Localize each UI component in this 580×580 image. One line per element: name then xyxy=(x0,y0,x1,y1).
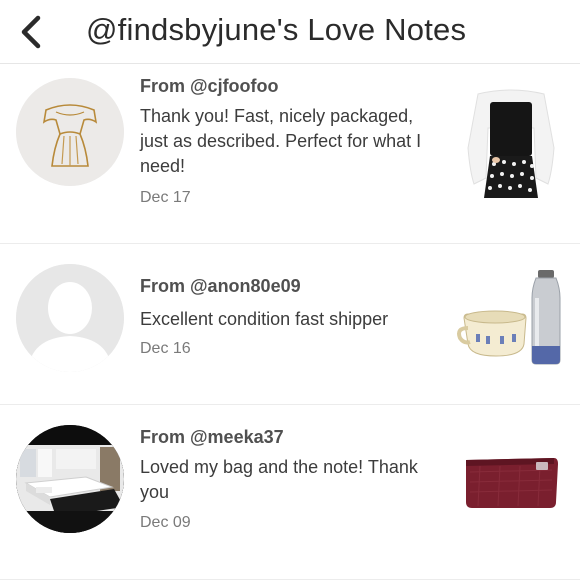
listing-thumbnail[interactable] xyxy=(456,264,566,374)
top-and-skirt-product-image xyxy=(456,88,566,198)
burgundy-bag-product-image xyxy=(456,428,566,538)
note-sender[interactable]: From @meeka37 xyxy=(140,427,284,448)
back-button[interactable] xyxy=(12,10,52,54)
avatar[interactable] xyxy=(16,425,124,533)
chevron-left-icon xyxy=(21,15,41,49)
mug-and-bottle-product-image xyxy=(456,264,566,374)
note-message: Thank you! Fast, nicely packaged, just a… xyxy=(140,106,422,176)
note-message: Excellent condition fast shipper xyxy=(140,309,389,329)
avatar[interactable] xyxy=(16,78,124,186)
bedroom-photo-avatar-image xyxy=(16,425,124,533)
note-message: Loved my bag and the note! Thank you xyxy=(140,457,418,502)
dress-sketch-avatar-image xyxy=(16,78,124,186)
love-note-item[interactable]: From @anon80e09 Excellent condition fast… xyxy=(0,244,580,404)
listing-thumbnail[interactable] xyxy=(456,428,566,538)
note-date: Dec 16 xyxy=(140,340,191,357)
avatar[interactable] xyxy=(16,264,124,372)
note-sender[interactable]: From @cjfoofoo xyxy=(140,76,279,97)
listing-thumbnail[interactable] xyxy=(456,88,566,198)
note-sender[interactable]: From @anon80e09 xyxy=(140,276,301,297)
page-title: @findsbyjune's Love Notes xyxy=(86,12,467,47)
note-date: Dec 09 xyxy=(140,514,191,531)
top-bar: @findsbyjune's Love Notes xyxy=(0,0,580,64)
default-profile-icon xyxy=(16,264,124,372)
note-date: Dec 17 xyxy=(140,189,191,206)
love-note-item[interactable]: From @meeka37 Loved my bag and the note!… xyxy=(0,405,580,580)
love-note-item[interactable]: From @cjfoofoo Thank you! Fast, nicely p… xyxy=(0,64,580,243)
